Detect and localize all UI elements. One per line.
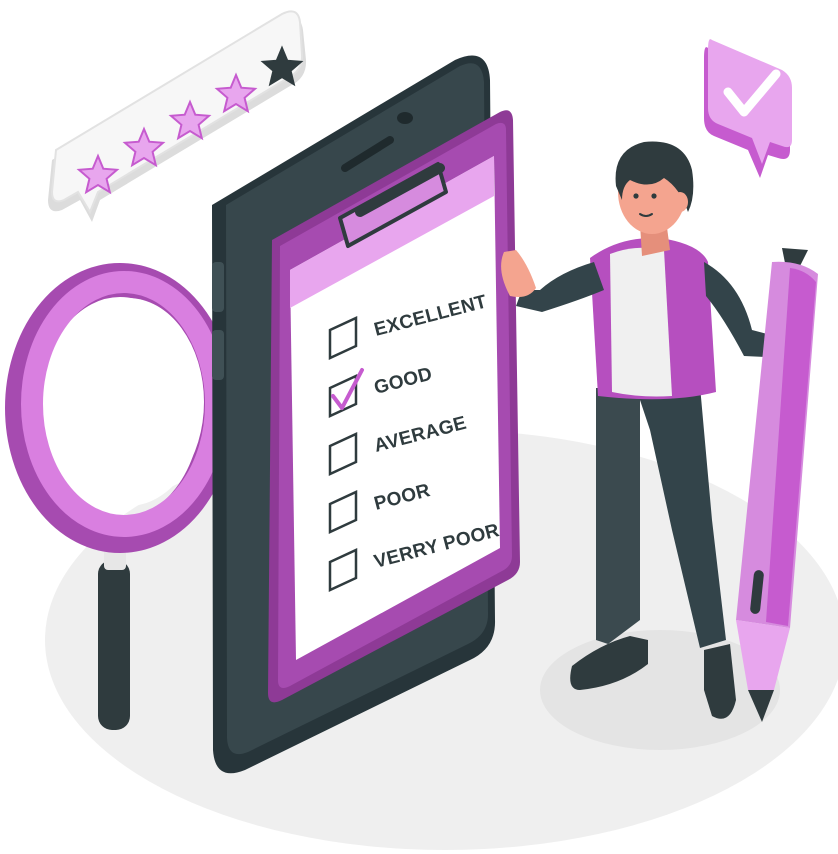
survey-illustration: EXCELLENTGOODAVERAGEPOORVERRY POOR — [5, 10, 838, 850]
approval-bubble — [704, 39, 792, 178]
illustration: EXCELLENT GOOD AVERAGE POOR VERRY POOR — [0, 0, 838, 854]
